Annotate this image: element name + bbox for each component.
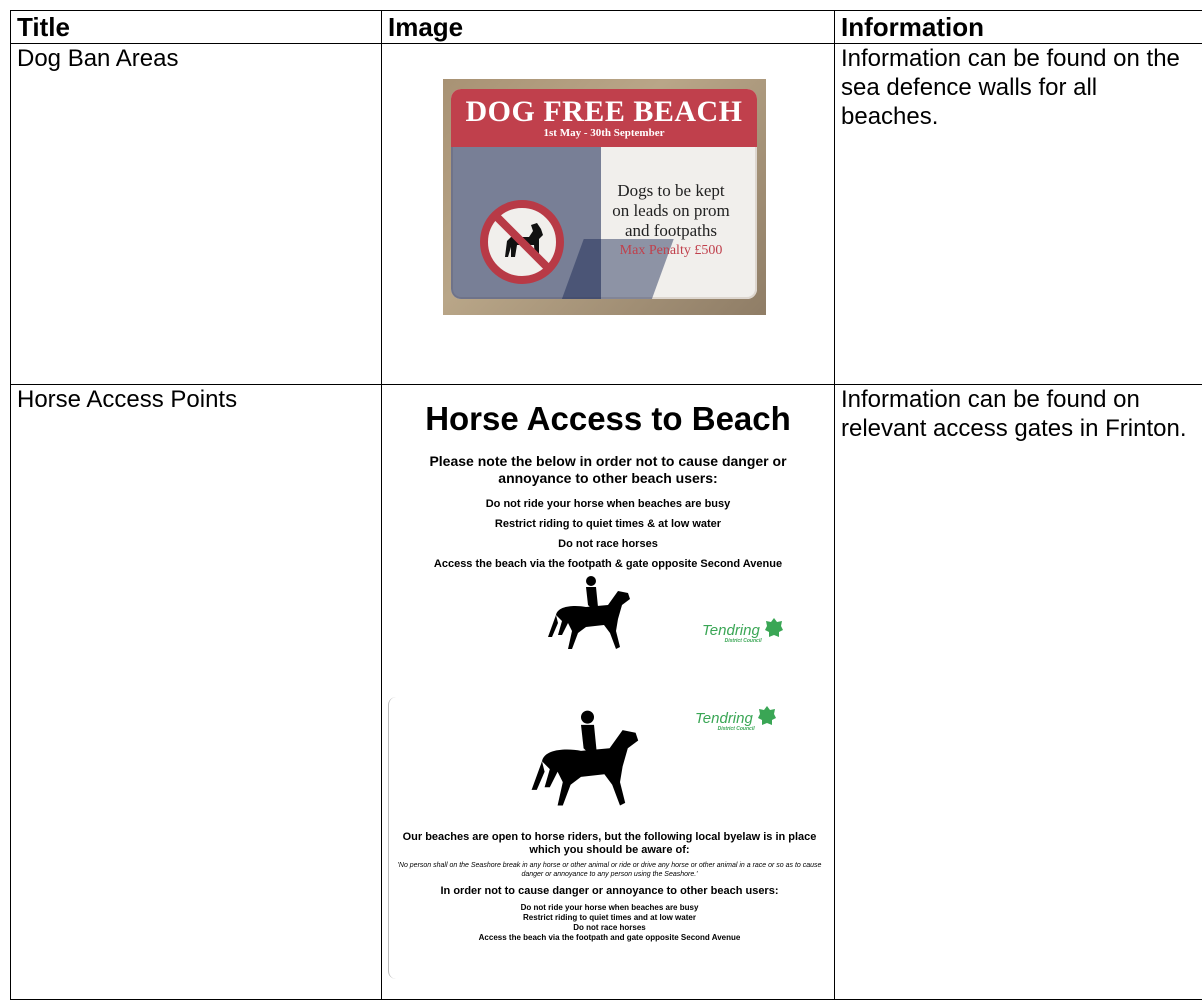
horse-byelaw-poster: Tendring District Council Our beaches ar… [388,697,830,979]
row-image: DOG FREE BEACH 1st May - 30th September … [381,43,835,385]
byelaw-heading: Our beaches are open to horse riders, bu… [402,831,817,856]
row-title: Dog Ban Areas [10,43,382,385]
table-row: Horse Access Points Horse Access to Beac… [10,384,1202,1000]
sign-line-1: Dogs to be kept [617,181,725,200]
poster-title: Horse Access to Beach [425,400,791,437]
header-information: Information [834,10,1202,44]
byelaw-rule: Do not ride your horse when beaches are … [520,903,699,912]
no-dogs-icon [480,200,564,284]
poster-rule: Restrict riding to quiet times & at low … [494,518,722,530]
byelaw-rules: Do not ride your horse when beaches are … [389,903,830,943]
dog-sign-photo: DOG FREE BEACH 1st May - 30th September … [443,79,766,315]
byelaw-rule: Access the beach via the footpath and ga… [478,933,741,942]
horse-rider-icon [531,710,639,806]
header-image: Image [381,10,835,44]
poster-rule: Do not race horses [558,538,658,550]
tendring-logo: Tendring District Council [702,617,784,644]
byelaw-rule: Restrict riding to quiet times and at lo… [523,913,696,922]
header-title: Title [10,10,382,44]
horse-access-poster: Horse Access to Beach Please note the be… [386,385,830,671]
crest-icon [758,706,777,725]
poster-note: Please note the below in order not to ca… [429,453,787,486]
row-information: Information can be found on relevant acc… [834,384,1202,1000]
sign-dates: 1st May - 30th September [543,127,665,139]
byelaw-quote: 'No person shall on the Seashore break i… [397,862,822,878]
dog-free-beach-sign: DOG FREE BEACH 1st May - 30th September … [451,89,757,299]
poster-rule: Access the beach via the footpath & gate… [433,558,783,570]
sign-line-3: and footpaths [624,221,718,240]
sign-body: Dogs to be kept on leads on prom and foo… [591,181,751,261]
horse-rider-icon [548,576,630,649]
sign-heading: DOG FREE BEACH [465,95,743,128]
byelaw-subheading: In order not to cause danger or annoyanc… [440,885,779,897]
poster-rule: Do not ride your horse when beaches are … [485,498,731,510]
sign-line-2: on leads on prom [612,201,730,220]
row-image: Horse Access to Beach Please note the be… [381,384,835,1000]
header-row: Title Image Information [10,10,1202,44]
info-table: Title Image Information Dog Ban Areas DO… [10,10,1202,1000]
table-row: Dog Ban Areas DOG FREE BEACH 1st May - 3… [10,43,1202,385]
sign-penalty: Max Penalty £500 [619,243,723,258]
row-title: Horse Access Points [10,384,382,1000]
tendring-logo: Tendring District Council [695,705,777,732]
byelaw-rule: Do not race horses [573,923,646,932]
row-information: Information can be found on the sea defe… [834,43,1202,385]
crest-icon [765,618,784,637]
